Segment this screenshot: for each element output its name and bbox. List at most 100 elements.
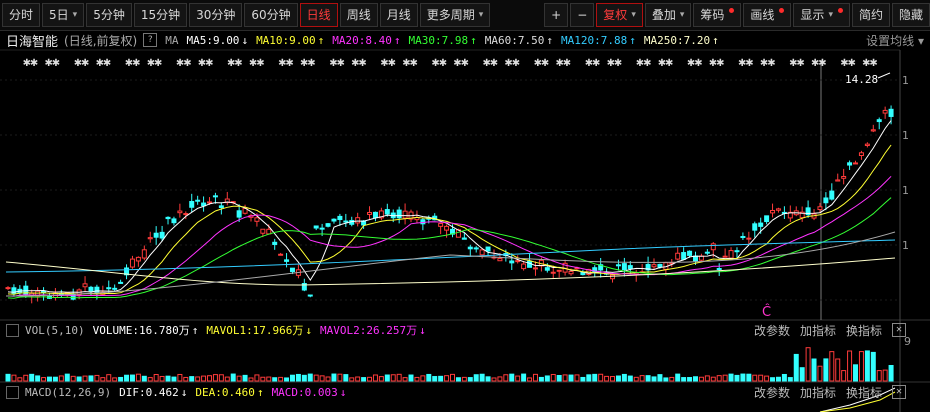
volume-bar (847, 350, 853, 382)
volume-bar (236, 375, 242, 382)
trend-arrow-icon: ↓ (180, 385, 188, 399)
candle-body (159, 231, 165, 239)
candle-body (165, 216, 171, 220)
event-marker-icon: ✱ (103, 58, 111, 69)
candle-body (396, 209, 402, 219)
trend-arrow-icon: ↑ (256, 385, 264, 399)
volume-bar (550, 373, 556, 382)
volume-bar (450, 373, 455, 382)
candle-body (722, 255, 728, 258)
candle-body (675, 252, 681, 260)
volume-bar (153, 374, 159, 382)
candle-body (485, 246, 491, 252)
candle-body (153, 232, 159, 238)
volume-bar (289, 374, 295, 382)
candle-body (438, 223, 444, 227)
vol-switch-indicator-button[interactable]: 换指标 (846, 322, 882, 339)
macd-add-indicator-button[interactable]: 加指标 (800, 384, 836, 401)
event-marker-icon: ✱ (869, 58, 877, 69)
volume-bar (870, 351, 876, 382)
volume-bar (88, 375, 94, 382)
candle-body (236, 210, 242, 218)
volume-bar (11, 374, 17, 382)
volume-bar (521, 373, 527, 382)
candle-body (858, 152, 864, 157)
indicator-value: MAVOL1:17.966万 ↓ (206, 322, 312, 338)
volume-bar (23, 374, 29, 382)
candle-body (272, 241, 278, 245)
volume-bar (159, 375, 165, 382)
candle-body (621, 263, 627, 271)
volume-bar (740, 373, 746, 382)
event-marker-icon: ✱ (818, 58, 826, 69)
volume-bar (568, 374, 574, 382)
volume-bar (378, 376, 384, 382)
volume-bar (414, 376, 420, 382)
volume-bar (675, 373, 681, 382)
macd-edit-params-button[interactable]: 改参数 (754, 384, 790, 401)
panel-toggle-icon[interactable] (6, 385, 19, 399)
volume-bar (195, 376, 201, 382)
candle-body (402, 210, 408, 219)
volume-bar (118, 376, 124, 382)
volume-bar (503, 374, 509, 382)
kline-chart[interactable]: 1111✱✱ ✱✱ ✱✱ ✱✱ ✱✱ ✱✱ ✱✱ ✱✱ ✱✱ ✱✱ ✱✱ ✱✱ ✱✱ ✱✱ ✱✱ ✱✱ ✱✱ ✱✱… (0, 0, 930, 412)
volume-bar (580, 376, 586, 382)
volume-bar (639, 375, 645, 382)
indicator-text: DIF:0.462 (119, 385, 179, 399)
volume-bar (76, 376, 82, 382)
candle-body (171, 218, 177, 224)
candle-body (817, 206, 823, 211)
volume-bar (864, 350, 870, 382)
volume-bar (189, 376, 195, 382)
volume-bar (349, 377, 355, 382)
close-icon[interactable]: ✕ (892, 385, 906, 399)
vol-add-indicator-button[interactable]: 加指标 (800, 322, 836, 339)
candle-body (853, 162, 859, 165)
event-marker-icon: ✱ (388, 58, 396, 69)
volume-bar (82, 375, 88, 382)
candle-body (681, 252, 687, 260)
event-marker-icon: ✱ (490, 58, 498, 69)
candle-body (355, 217, 361, 224)
volume-bar (574, 374, 580, 382)
close-icon[interactable]: ✕ (892, 323, 906, 337)
candle-body (716, 268, 722, 271)
volume-bar (224, 376, 230, 382)
volume-bar (758, 374, 764, 382)
volume-bar (663, 377, 669, 382)
candle-body (467, 246, 473, 250)
volume-bar (5, 373, 11, 382)
volume-bar (355, 376, 361, 382)
volume-bar (177, 373, 183, 382)
volume-bar (592, 373, 598, 382)
candle-body (657, 263, 663, 268)
volume-bar (455, 377, 461, 382)
candle-body (888, 108, 894, 117)
indicator-value: DIF:0.462 ↓ (119, 386, 187, 399)
vol-edit-params-button[interactable]: 改参数 (754, 322, 790, 339)
candle-body (497, 258, 503, 262)
trend-arrow-icon: ↓ (305, 324, 313, 337)
trend-arrow-icon: ↑ (191, 324, 199, 337)
volume-bar (35, 375, 41, 382)
volume-bar (70, 375, 76, 382)
macd-switch-indicator-button[interactable]: 换指标 (846, 384, 882, 401)
volume-bar (858, 351, 864, 382)
volume-bar (29, 373, 35, 382)
candle-body (325, 223, 331, 227)
volume-bar (337, 373, 343, 382)
volume-bar (307, 373, 313, 382)
volume-bar (408, 374, 414, 382)
candle-body (461, 237, 467, 240)
event-marker-icon: ✱ (183, 58, 191, 69)
volume-bar (764, 375, 770, 382)
indicator-value: MAVOL2:26.257万 ↓ (320, 322, 426, 338)
macd-panel-name: MACD(12,26,9) (25, 385, 112, 399)
candle-body (544, 267, 550, 271)
candle-body (106, 287, 112, 290)
volume-bar (402, 377, 408, 382)
candle-body (289, 267, 295, 273)
panel-toggle-icon[interactable] (6, 323, 19, 337)
volume-bar (248, 377, 254, 382)
